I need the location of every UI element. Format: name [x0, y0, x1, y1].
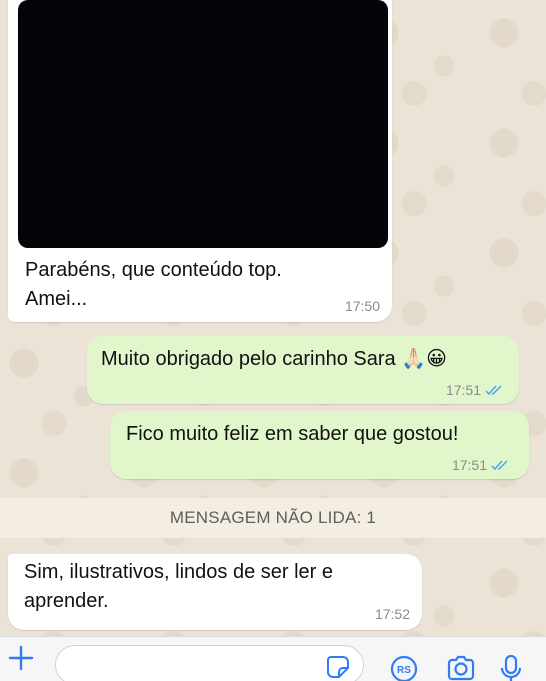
unread-messages-banner: MENSAGEM NÃO LIDA: 1: [0, 498, 546, 538]
message-text: Muito obrigado pelo carinho Sara 🙏🏻😀: [101, 348, 447, 370]
plus-icon[interactable]: [8, 643, 34, 677]
message-meta: 17:52: [375, 606, 410, 622]
message-time: 17:50: [344, 298, 380, 314]
camera-icon[interactable]: [446, 655, 476, 681]
microphone-icon[interactable]: [500, 654, 522, 681]
message-text: Parabéns, que conteúdo top. Amei...: [25, 259, 282, 310]
message-meta: 17:51: [446, 382, 505, 398]
message-input[interactable]: [55, 645, 364, 681]
message-time: 17:51: [451, 457, 487, 473]
image-attachment[interactable]: [18, 0, 388, 248]
message-meta: 17:50: [345, 298, 380, 314]
read-ticks-icon: [491, 460, 508, 471]
incoming-message-media[interactable]: Parabéns, que conteúdo top. Amei... 17:5…: [8, 0, 392, 322]
message-meta: 17:51: [452, 457, 511, 473]
sticker-icon[interactable]: [326, 655, 350, 681]
rs-icon[interactable]: RS: [390, 655, 418, 681]
svg-text:RS: RS: [397, 665, 411, 676]
incoming-message[interactable]: Sim, ilustrativos, lindos de ser ler e a…: [8, 554, 422, 630]
message-composer: RS: [0, 636, 546, 681]
message-text: Fico muito feliz em saber que gostou!: [126, 423, 459, 445]
unread-banner-text: MENSAGEM NÃO LIDA: 1: [169, 508, 377, 527]
outgoing-message[interactable]: Muito obrigado pelo carinho Sara 🙏🏻😀 17:…: [87, 336, 519, 404]
message-time: 17:52: [374, 606, 410, 622]
message-text: Sim, ilustrativos, lindos de ser ler e a…: [24, 561, 334, 612]
read-ticks-icon: [485, 385, 502, 396]
message-time: 17:51: [445, 382, 481, 398]
outgoing-message[interactable]: Fico muito feliz em saber que gostou! 17…: [110, 411, 529, 479]
